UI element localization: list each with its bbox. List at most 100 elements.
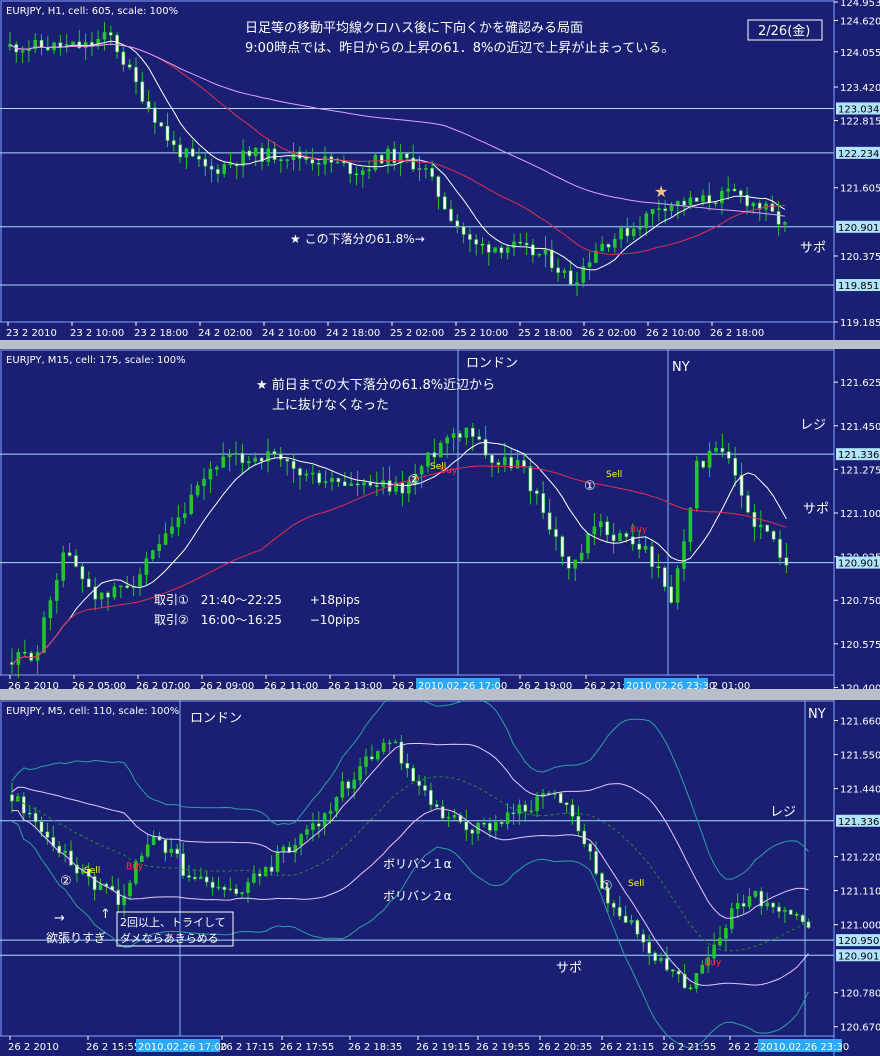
candle-body xyxy=(204,876,209,883)
candle-body xyxy=(45,831,50,838)
marker-2-buy: Buy xyxy=(126,862,144,872)
candle-body xyxy=(354,173,359,176)
candle-body xyxy=(566,556,571,569)
candle-body xyxy=(398,153,403,164)
candle-body xyxy=(587,262,592,267)
x-tick-label: 26 2 xyxy=(392,681,414,689)
candle-body xyxy=(746,495,750,513)
candle-body xyxy=(269,866,274,872)
candle-body xyxy=(452,815,457,818)
time-box-label: 2010.02.26 17:00 xyxy=(138,1042,227,1053)
x-tick-label: 26 2 19:15 xyxy=(416,1042,470,1053)
resistance-label: レジ xyxy=(770,805,796,820)
candle-body xyxy=(758,524,763,528)
candle-body xyxy=(199,876,203,880)
price-box-label: 120.950 xyxy=(838,936,879,947)
candle-body xyxy=(281,846,286,852)
y-tick-label: 121.275 xyxy=(840,465,880,476)
candle-body xyxy=(419,466,424,475)
candle-body xyxy=(650,208,655,214)
candle-body xyxy=(134,67,138,83)
candle-body xyxy=(665,957,669,971)
candle-body xyxy=(348,162,353,175)
marker-1-number: ① xyxy=(584,479,596,494)
candle-body xyxy=(586,533,590,554)
candle-body xyxy=(405,763,410,769)
candle-body xyxy=(140,855,144,862)
x-tick-label: 26 2 02:00 xyxy=(582,328,636,339)
date-label: 2/26(金) xyxy=(758,23,810,39)
candle-body xyxy=(701,460,706,468)
candle-body xyxy=(169,848,174,853)
y-tick-label: 121.625 xyxy=(840,378,880,389)
candle-body xyxy=(461,225,466,235)
candle-body xyxy=(253,457,257,462)
support-label: サポ xyxy=(803,502,829,517)
candle-body xyxy=(272,148,277,160)
price-box-label: 119.851 xyxy=(838,281,879,292)
candle-body xyxy=(330,478,334,482)
marker-1-buy: Buy xyxy=(630,525,648,535)
candle-body xyxy=(336,478,341,483)
x-tick-label: 25 2 10:00 xyxy=(454,328,508,339)
candle-body xyxy=(776,211,781,225)
candle-body xyxy=(74,555,78,567)
x-tick-label: 26 2 21:15 xyxy=(600,1042,654,1053)
y-tick-label: 122.815 xyxy=(840,117,880,128)
price-box-label: 120.901 xyxy=(838,223,879,234)
candle-body xyxy=(373,155,378,171)
candle-body xyxy=(643,546,648,550)
candle-body xyxy=(624,533,629,538)
trade-line-2: 取引② 16:00〜16:25 −10pips xyxy=(154,613,360,627)
candle-body xyxy=(190,148,195,157)
m5-chart: 121.660 121.550 121.440 121.220 121.110 121.0… xyxy=(0,700,880,1056)
x-tick-label: 23 2 18:00 xyxy=(134,328,188,339)
candle-body xyxy=(784,557,789,566)
candle-body xyxy=(523,804,528,812)
candle-body xyxy=(71,41,75,45)
candle-body xyxy=(375,751,380,760)
candle-body xyxy=(352,779,357,789)
moving-average-line xyxy=(11,441,787,665)
candle-body xyxy=(405,153,409,159)
candle-body xyxy=(429,790,433,805)
candle-body xyxy=(662,567,667,588)
candle-body xyxy=(210,881,215,888)
candle-body xyxy=(181,853,185,876)
candle-body xyxy=(278,453,283,460)
candle-body xyxy=(279,159,283,161)
candle-body xyxy=(714,447,718,452)
candle-body xyxy=(537,253,542,256)
candle-body xyxy=(751,202,756,207)
candle-body xyxy=(641,933,646,943)
candle-body xyxy=(349,483,354,487)
candle-body xyxy=(738,190,743,196)
candle-body xyxy=(629,920,634,923)
y-tick-label: 120.400 xyxy=(840,683,880,689)
candle-body xyxy=(67,552,72,556)
candle-body xyxy=(564,802,569,806)
x-tick-label: 23 2 10:00 xyxy=(70,328,124,339)
candle-body xyxy=(694,973,699,989)
candle-body xyxy=(694,197,699,202)
candle-body xyxy=(528,466,533,492)
candle-body xyxy=(275,851,280,872)
candle-body xyxy=(496,462,501,465)
candle-body xyxy=(511,812,516,815)
candle-body xyxy=(594,851,598,874)
candle-body xyxy=(99,592,104,600)
candle-body xyxy=(771,531,776,540)
candle-body xyxy=(298,468,302,476)
candle-body xyxy=(360,170,365,175)
y-tick-label: 121.110 xyxy=(840,887,880,898)
candle-body xyxy=(735,903,740,909)
candle-body xyxy=(747,896,752,907)
y-tick-label: 120.670 xyxy=(840,1023,880,1034)
candle-body xyxy=(739,475,744,496)
candle-body xyxy=(216,169,220,174)
candle-body xyxy=(470,829,475,834)
x-tick-label: 26 2 2010 xyxy=(8,1042,59,1053)
candle-body xyxy=(165,125,170,141)
candle-body xyxy=(490,454,494,463)
candle-body xyxy=(316,823,321,827)
